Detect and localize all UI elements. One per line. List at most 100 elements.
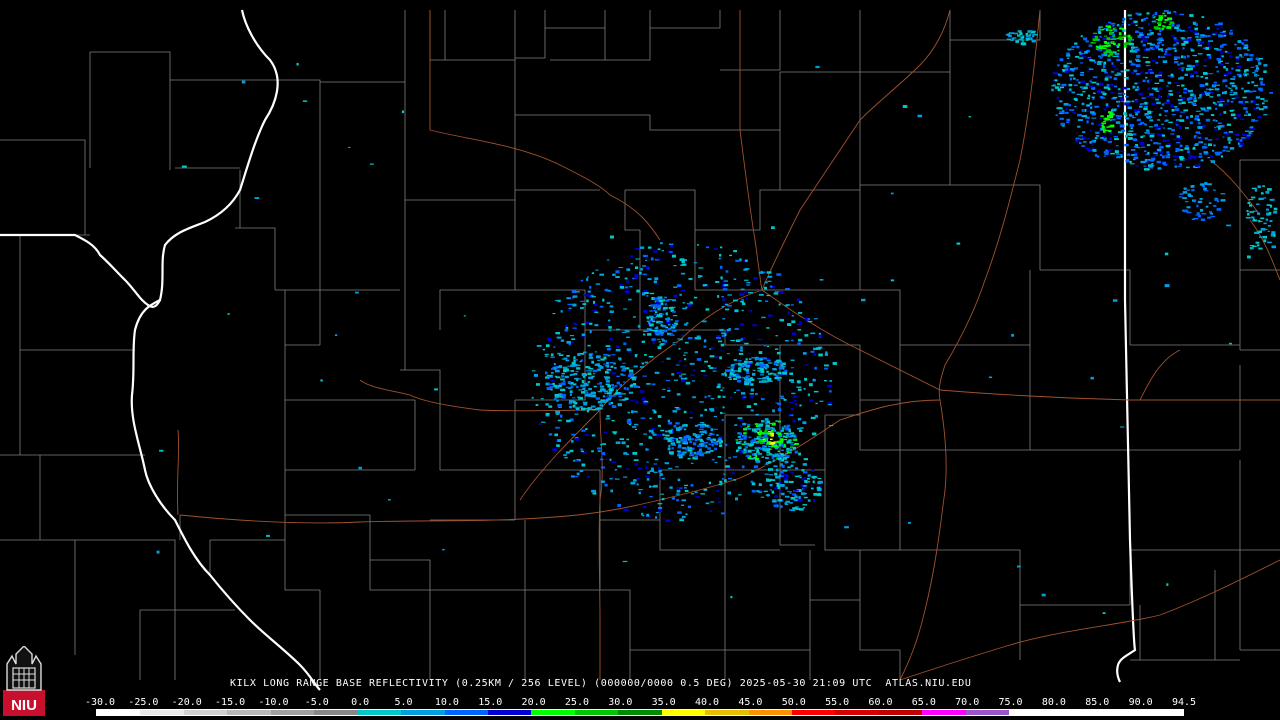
echo-pixel xyxy=(649,496,653,498)
echo-pixel xyxy=(773,429,776,432)
echo-pixel xyxy=(1061,83,1067,87)
echo-pixel xyxy=(1081,145,1086,147)
echo-pixel xyxy=(917,114,923,118)
echo-pixel xyxy=(787,451,791,454)
echo-pixel xyxy=(1066,118,1071,122)
echo-pixel xyxy=(1251,216,1255,219)
echo-pixel xyxy=(810,332,816,335)
echo-pixel xyxy=(599,458,604,461)
echo-pixel xyxy=(1182,197,1187,200)
echo-pixel xyxy=(1190,49,1195,52)
echo-pixel xyxy=(550,356,555,358)
echo-pixel xyxy=(622,560,628,563)
echo-pixel xyxy=(653,309,657,312)
echo-pixel xyxy=(788,480,794,483)
echo-pixel xyxy=(1258,247,1263,250)
echo-pixel xyxy=(550,376,553,378)
echo-pixel xyxy=(1170,73,1174,77)
echo-pixel xyxy=(1159,154,1163,156)
echo-pixel xyxy=(657,248,661,251)
echo-pixel xyxy=(1018,38,1024,41)
echo-pixel xyxy=(802,421,807,425)
echo-pixel xyxy=(1167,153,1171,156)
echo-pixel xyxy=(1159,39,1164,42)
echo-pixel xyxy=(691,380,695,382)
echo-pixel xyxy=(1074,67,1079,70)
echo-pixel xyxy=(802,504,807,506)
echo-pixel xyxy=(734,363,739,365)
echo-pixel xyxy=(1099,82,1103,86)
echo-pixel xyxy=(1241,137,1246,139)
color-scale-label: -5.0 xyxy=(304,697,329,708)
echo-pixel xyxy=(772,409,775,413)
echo-pixel xyxy=(575,437,580,441)
echo-pixel xyxy=(1262,185,1265,187)
echo-pixel xyxy=(714,462,718,464)
echo-pixel xyxy=(565,359,569,362)
echo-pixel xyxy=(1106,49,1111,52)
echo-pixel xyxy=(1218,22,1223,26)
echo-pixel xyxy=(1165,144,1171,148)
echo-pixel xyxy=(572,327,577,329)
echo-pixel xyxy=(809,399,814,402)
echo-pixel xyxy=(1148,126,1153,128)
echo-pixel xyxy=(584,408,588,410)
echo-pixel xyxy=(662,324,666,327)
echo-pixel xyxy=(563,395,566,399)
echo-pixel xyxy=(1229,82,1235,85)
echo-pixel xyxy=(561,393,565,396)
echo-pixel xyxy=(783,399,787,401)
echo-pixel xyxy=(1263,70,1267,73)
echo-pixel xyxy=(720,512,725,515)
echo-pixel xyxy=(768,445,772,447)
echo-pixel xyxy=(1141,18,1144,22)
color-scale-label: 94.5 xyxy=(1171,697,1197,708)
echo-pixel xyxy=(1179,163,1182,166)
echo-pixel xyxy=(1011,333,1014,337)
echo-pixel xyxy=(755,428,761,431)
echo-pixel xyxy=(1145,168,1150,171)
echo-pixel xyxy=(787,323,792,326)
echo-pixel xyxy=(673,343,679,345)
echo-pixel xyxy=(769,432,775,434)
echo-pixel xyxy=(667,419,670,422)
echo-pixel xyxy=(732,471,735,475)
echo-pixel xyxy=(729,378,732,380)
echo-pixel xyxy=(1076,79,1079,81)
echo-pixel xyxy=(1139,33,1144,36)
echo-pixel xyxy=(646,320,650,322)
echo-pixel xyxy=(1263,239,1267,243)
echo-pixel xyxy=(583,382,588,385)
echo-pixel xyxy=(800,484,803,487)
echo-pixel xyxy=(1097,55,1101,58)
echo-pixel xyxy=(676,393,681,396)
echo-pixel xyxy=(1224,103,1229,105)
echo-pixel xyxy=(1204,137,1208,140)
echo-pixel xyxy=(611,384,614,387)
echo-pixel xyxy=(565,451,571,454)
echo-pixel xyxy=(630,399,635,401)
echo-pixel xyxy=(1242,133,1247,136)
echo-pixel xyxy=(591,434,596,437)
echo-pixel xyxy=(737,436,741,438)
echo-pixel xyxy=(1069,74,1074,77)
echo-pixel xyxy=(1249,130,1254,132)
echo-pixel xyxy=(1142,56,1146,59)
echo-pixel xyxy=(1162,12,1165,15)
echo-pixel xyxy=(664,434,670,437)
echo-pixel xyxy=(660,329,665,331)
echo-pixel xyxy=(1239,142,1245,146)
echo-pixel xyxy=(1157,41,1162,43)
echo-pixel xyxy=(1151,87,1156,90)
echo-pixel xyxy=(573,402,578,405)
echo-pixel xyxy=(1108,125,1111,127)
echo-pixel xyxy=(660,360,665,363)
echo-pixel xyxy=(783,425,787,427)
echo-pixel xyxy=(828,425,834,427)
echo-pixel xyxy=(1153,152,1158,154)
echo-pixel xyxy=(592,492,597,495)
echo-pixel xyxy=(771,490,774,494)
echo-pixel xyxy=(785,495,790,498)
echo-pixel xyxy=(1252,219,1258,222)
echo-pixel xyxy=(731,364,735,367)
